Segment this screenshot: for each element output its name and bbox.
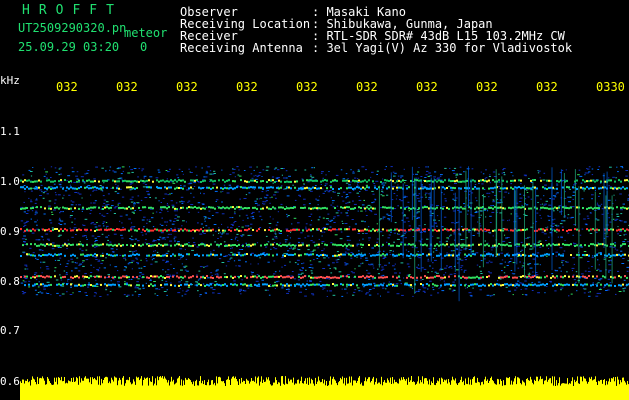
counter: 0 <box>140 40 148 54</box>
time-tick-label: 032 <box>236 80 258 94</box>
time-tick-label: 0330 <box>596 80 625 94</box>
time-tick-label: 032 <box>116 80 138 94</box>
antenna-label: Receiving Antenna <box>180 41 303 55</box>
y-tick-label: 1.1 <box>0 125 20 138</box>
y-tick-label: 0.8 <box>0 275 20 288</box>
time-tick-label: 032 <box>476 80 498 94</box>
time-tick-label: 032 <box>296 80 318 94</box>
filename: UT2509290320.pn <box>18 21 127 35</box>
y-tick-label: 0.7 <box>0 324 20 337</box>
app-title: HROFFT <box>22 3 123 18</box>
time-tick-label: 032 <box>536 80 558 94</box>
datetime: 25.09.29 03:20 <box>18 40 120 54</box>
y-tick-label: 0.6 <box>0 375 20 388</box>
y-tick-label: 1.0 <box>0 175 20 188</box>
mode-label: meteor <box>124 26 168 40</box>
time-tick-label: 032 <box>416 80 438 94</box>
spectrogram <box>20 166 629 400</box>
time-tick-label: 032 <box>176 80 198 94</box>
frequency-unit-label: kHz <box>0 74 20 87</box>
time-tick-label: 032 <box>356 80 378 94</box>
y-tick-label: 0.9 <box>0 225 20 238</box>
antenna-value: : 3el Yagi(V) Az 330 for Vladivostok <box>312 41 573 55</box>
time-tick-label: 032 <box>56 80 78 94</box>
